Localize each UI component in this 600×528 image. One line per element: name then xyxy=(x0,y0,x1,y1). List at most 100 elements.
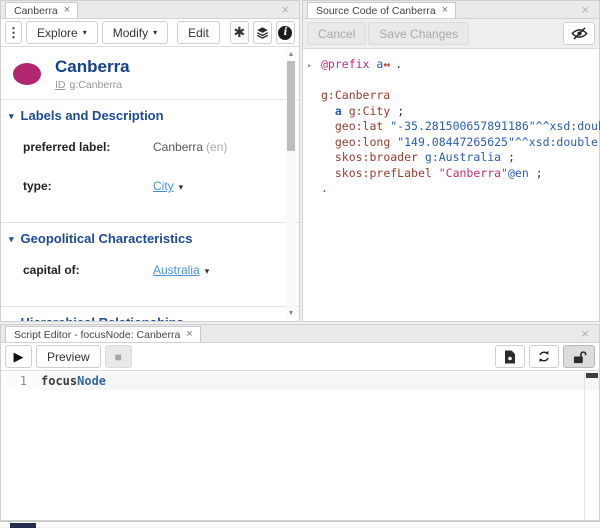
tab-source-code[interactable]: Source Code of Canberra × xyxy=(307,2,456,18)
lock-toggle-button[interactable] xyxy=(563,345,595,368)
script-code-tokens: focusNode xyxy=(41,372,106,390)
field-row: preferred label:Canberra(en) xyxy=(1,130,299,169)
section-title: Labels and Description xyxy=(21,108,164,123)
detail-sections: ▾ Labels and Description preferred label:C… xyxy=(1,99,299,321)
edit-button[interactable]: Edit xyxy=(177,21,220,44)
field-label: capital of: xyxy=(23,263,153,277)
code-token: geo:lat xyxy=(335,119,383,133)
code-token: Node xyxy=(77,374,106,388)
hide-button[interactable] xyxy=(563,22,595,45)
scrollbar-thumb[interactable] xyxy=(287,61,295,151)
kebab-icon: ⋮ xyxy=(7,25,20,41)
scroll-down-icon[interactable]: ▼ xyxy=(286,310,296,318)
code-line[interactable]: g:Canberra xyxy=(321,88,599,104)
script-toolbar: ▶ Preview ■ xyxy=(1,343,599,371)
source-toolbar: Cancel Save Changes xyxy=(303,19,599,49)
source-code-panel: Source Code of Canberra × × Cancel Save … xyxy=(302,0,600,322)
script-tabstrip: Script Editor - focusNode: Canberra × × xyxy=(1,325,599,343)
code-token: "-35.281500657891186"^^xsd:double xyxy=(390,119,600,133)
entity-id: IDg:Canberra xyxy=(55,79,130,91)
value-link[interactable]: City xyxy=(153,179,174,193)
value-link[interactable]: Australia xyxy=(153,263,200,277)
preview-button[interactable]: Preview xyxy=(36,345,101,368)
script-file-button[interactable] xyxy=(495,345,525,368)
value-caret-icon[interactable]: ▾ xyxy=(205,266,210,276)
section-header[interactable]: ▾ Labels and Description xyxy=(1,100,299,130)
tab-close-icon[interactable]: × xyxy=(64,5,70,16)
code-token: g:City xyxy=(349,104,391,118)
highlight-button[interactable]: ✱ xyxy=(230,21,249,44)
panel-close-icon[interactable]: × xyxy=(581,327,589,340)
panel-close-icon[interactable]: × xyxy=(581,3,589,16)
code-token: skos:prefLabel xyxy=(335,166,432,180)
code-line[interactable]: a g:City ; xyxy=(321,104,599,120)
stop-icon: ■ xyxy=(115,350,122,364)
tab-close-icon[interactable]: × xyxy=(186,329,192,340)
entity-toolbar: ⋮ Explore▾ Modify▾ Edit ✱ i xyxy=(1,19,299,47)
editor-scrollbar-thumb[interactable] xyxy=(586,373,598,378)
run-button[interactable]: ▶ xyxy=(5,345,32,368)
field-value: Canberra(en) xyxy=(153,140,227,154)
turtle-code-area[interactable]: ▸ @prefix a↔ . g:Canberra a g:City ; geo:… xyxy=(303,50,599,321)
bottom-left-fragment xyxy=(10,523,36,528)
chevron-down-icon: ▾ xyxy=(83,28,87,37)
code-line[interactable]: skos:prefLabel "Canberra"@en ; xyxy=(321,166,599,182)
code-token: geo:long xyxy=(335,135,390,149)
collapse-caret-icon: ▾ xyxy=(9,234,14,244)
entity-title: Canberra xyxy=(55,57,130,77)
info-button[interactable]: i xyxy=(276,21,295,44)
stop-button[interactable]: ■ xyxy=(105,345,132,368)
code-token: @prefix xyxy=(321,57,376,71)
field-value: Australia ▾ xyxy=(153,263,209,277)
entity-form-content: Canberra IDg:Canberra ▾ Labels and Descri… xyxy=(1,48,299,321)
section-header[interactable]: ▾Hierarchical Relationships xyxy=(1,307,299,321)
tab-canberra[interactable]: Canberra × xyxy=(5,2,78,18)
line-number: 1 xyxy=(1,372,41,390)
cancel-button[interactable]: Cancel xyxy=(307,22,366,45)
section-title: Geopolitical Characteristics xyxy=(21,231,193,246)
section-header[interactable]: ▾ Geopolitical Characteristics xyxy=(1,223,299,253)
script-code-editor[interactable]: 1 focusNode xyxy=(1,372,599,520)
code-line[interactable]: geo:lat "-35.281500657891186"^^xsd:doubl… xyxy=(321,119,599,135)
code-line[interactable]: . xyxy=(321,181,599,197)
code-line[interactable]: geo:long "149.08447265625"^^xsd:double ; xyxy=(321,135,599,151)
refresh-button[interactable] xyxy=(529,345,559,368)
code-token xyxy=(418,150,425,164)
code-token: ; xyxy=(390,104,404,118)
explore-button[interactable]: Explore▾ xyxy=(26,21,98,44)
save-changes-label: Save Changes xyxy=(379,27,458,41)
scroll-up-icon[interactable]: ▲ xyxy=(286,51,296,59)
info-icon: i xyxy=(278,26,292,40)
layers-icon xyxy=(256,26,269,39)
field-label: type: xyxy=(23,179,153,193)
code-token: @en xyxy=(508,166,529,180)
script-code-line[interactable]: 1 focusNode xyxy=(1,372,599,390)
code-token xyxy=(321,150,335,164)
refresh-icon xyxy=(537,350,551,363)
code-line[interactable] xyxy=(321,73,599,89)
code-line[interactable]: @prefix a↔ . xyxy=(321,57,599,73)
editor-scrollbar[interactable] xyxy=(584,372,599,520)
code-token xyxy=(321,135,335,149)
code-line[interactable]: skos:broader g:Australia ; xyxy=(321,150,599,166)
modify-button[interactable]: Modify▾ xyxy=(102,21,168,44)
fold-arrow-icon[interactable]: ▸ xyxy=(307,59,312,75)
value-caret-icon[interactable]: ▾ xyxy=(179,182,184,192)
code-token: a xyxy=(335,104,342,118)
section-title: Hierarchical Relationships xyxy=(21,315,184,321)
save-changes-button[interactable]: Save Changes xyxy=(368,22,469,45)
panel-close-icon[interactable]: × xyxy=(281,3,289,16)
field-row: type:City ▾ xyxy=(1,169,299,208)
code-token: . xyxy=(321,181,328,195)
code-token: g:Australia xyxy=(425,150,501,164)
tab-label: Script Editor - focusNode: Canberra xyxy=(14,329,180,341)
code-token xyxy=(321,104,335,118)
collapse-caret-icon: ▾ xyxy=(9,111,14,121)
tab-close-icon[interactable]: × xyxy=(442,5,448,16)
code-token: . xyxy=(388,57,402,71)
play-icon: ▶ xyxy=(14,349,24,365)
layers-button[interactable] xyxy=(253,21,272,44)
tab-script-editor[interactable]: Script Editor - focusNode: Canberra × xyxy=(5,326,201,342)
form-scrollbar[interactable]: ▲ ▼ xyxy=(286,51,296,318)
more-menu-button[interactable]: ⋮ xyxy=(5,21,22,44)
